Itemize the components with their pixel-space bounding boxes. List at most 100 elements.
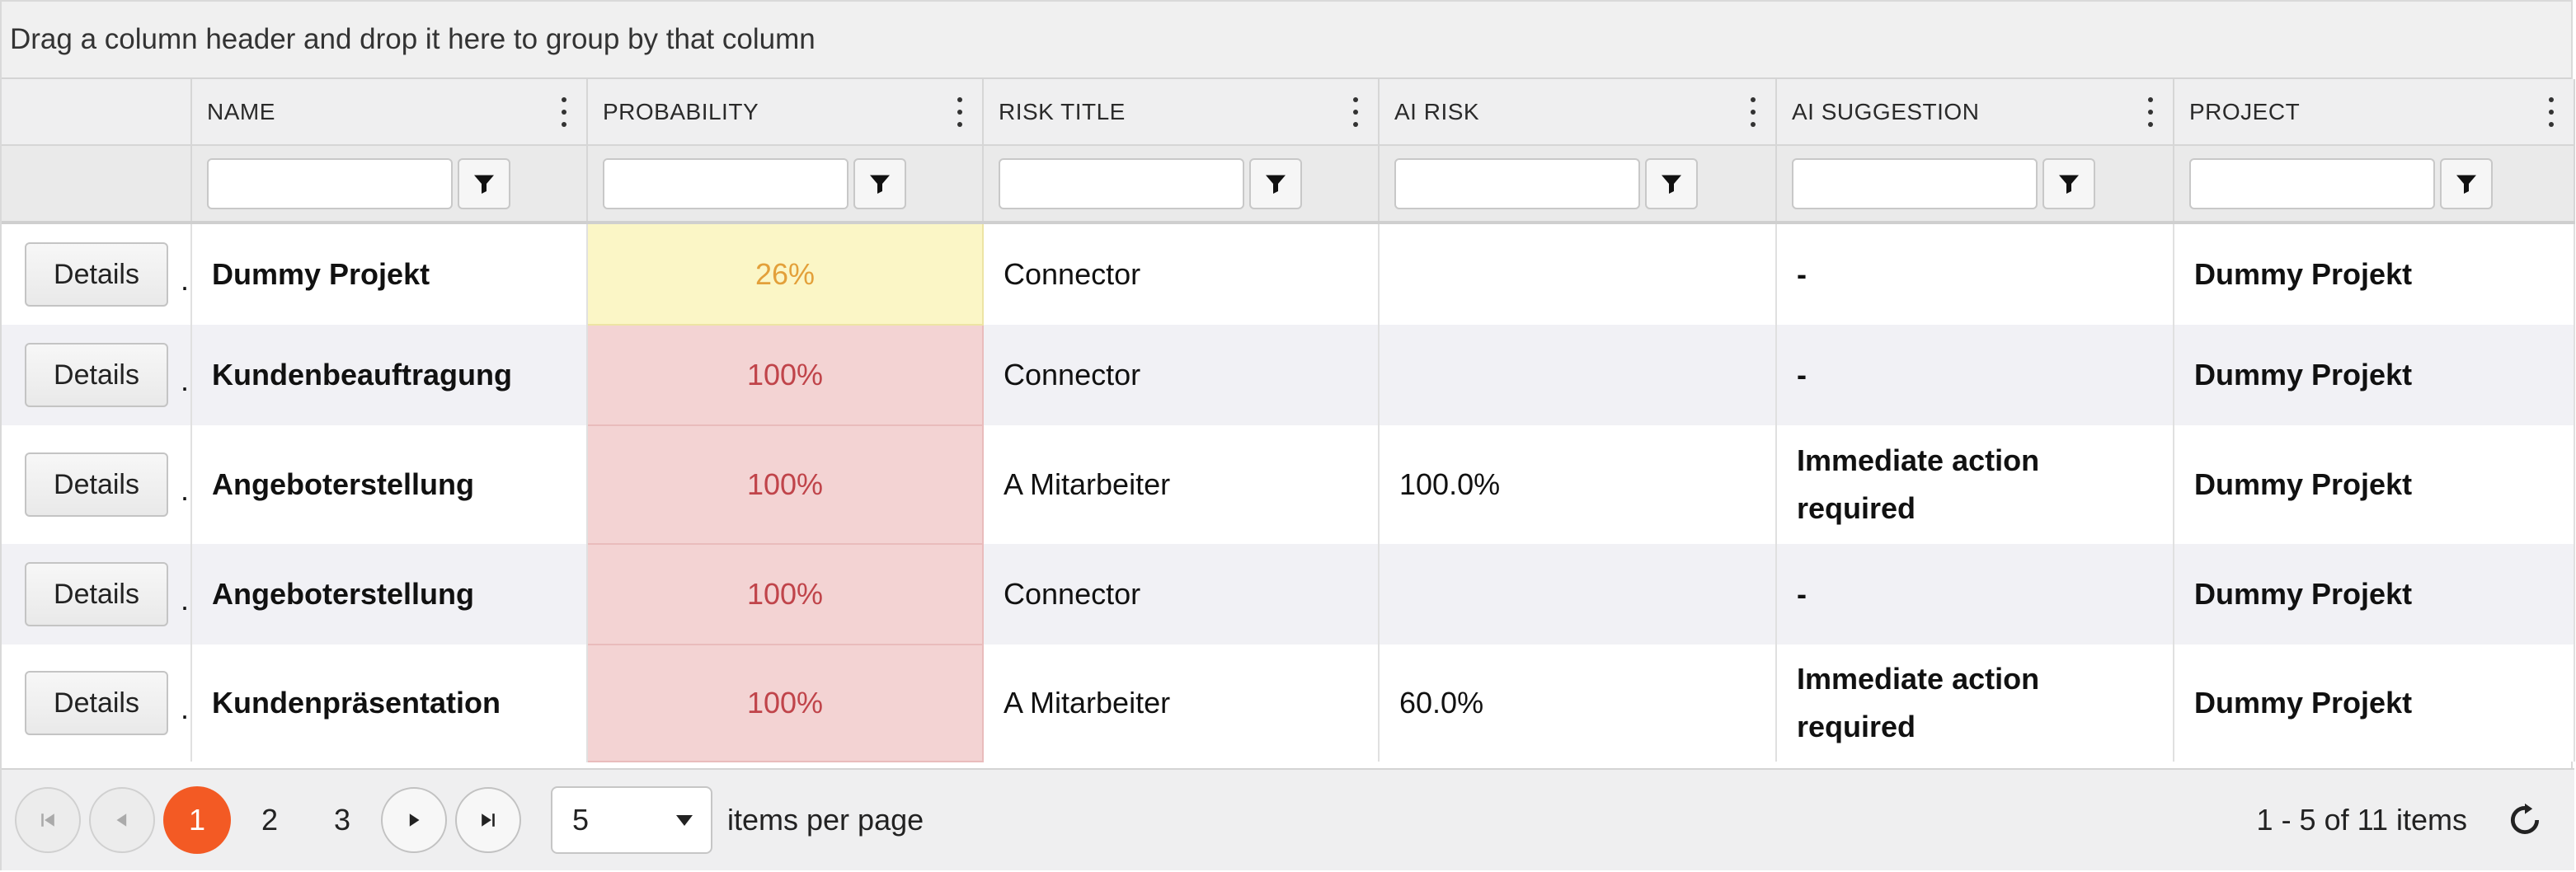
- column-header-label: PROJECT: [2189, 98, 2301, 124]
- cell-project: Dummy Projekt: [2174, 325, 2575, 425]
- cell-probability: 100%: [586, 644, 984, 762]
- cell-project: Dummy Projekt: [2174, 645, 2575, 762]
- command-cell: Details .: [2, 544, 192, 645]
- details-button[interactable]: Details: [25, 242, 168, 307]
- details-button[interactable]: Details: [25, 671, 168, 735]
- details-button[interactable]: Details: [25, 343, 168, 407]
- cell-name: Angeboterstellung: [191, 544, 588, 645]
- column-header-ai-suggestion[interactable]: AI SUGGESTION: [1776, 79, 2174, 146]
- page-button-2[interactable]: 2: [236, 786, 303, 854]
- filter-cell-risk-title: [983, 145, 1380, 224]
- cell-risk-title: Connector: [983, 223, 1380, 325]
- header-row: NAME PROBABILITY RISK TITLE AI RISK AI S…: [2, 79, 2575, 146]
- column-header-project[interactable]: PROJECT: [2174, 79, 2575, 146]
- last-page-icon[interactable]: [455, 787, 521, 853]
- cell-separator: .: [180, 363, 189, 398]
- page-button-1[interactable]: 1: [163, 786, 231, 854]
- command-cell: Details .: [2, 425, 192, 544]
- command-cell: Details .: [2, 645, 192, 762]
- cell-ai-risk: [1379, 223, 1777, 325]
- filter-icon[interactable]: [2440, 157, 2493, 209]
- filter-cell-name: [191, 145, 588, 224]
- risk-title-filter-input[interactable]: [999, 157, 1244, 209]
- column-header-risk-title[interactable]: RISK TITLE: [983, 79, 1380, 146]
- table-row[interactable]: Details . Dummy Projekt 26% Connector - …: [2, 222, 2575, 326]
- table-row[interactable]: Details . Angeboterstellung 100% A Mitar…: [2, 424, 2575, 545]
- filter-icon[interactable]: [1645, 157, 1698, 209]
- cell-name: Dummy Projekt: [191, 223, 588, 325]
- details-button[interactable]: Details: [25, 452, 168, 517]
- cell-probability: 100%: [586, 543, 984, 645]
- column-header-label: PROBABILITY: [603, 98, 759, 124]
- cell-ai-suggestion: -: [1776, 544, 2174, 645]
- filter-cell-ai-risk: [1379, 145, 1777, 224]
- probability-filter-input[interactable]: [604, 159, 847, 208]
- column-header-probability[interactable]: PROBABILITY: [587, 79, 984, 146]
- project-filter-input[interactable]: [2189, 157, 2435, 209]
- page-button-3[interactable]: 3: [308, 786, 376, 854]
- filter-cell-ai-suggestion: [1776, 145, 2174, 224]
- ai-risk-filter-input[interactable]: [1394, 157, 1640, 209]
- filter-row: [2, 145, 2575, 224]
- column-menu-icon[interactable]: [560, 96, 568, 127]
- name-filter-input[interactable]: [207, 157, 453, 209]
- column-header-ai-risk[interactable]: AI RISK: [1379, 79, 1777, 146]
- cell-name: Kundenpräsentation: [191, 645, 588, 762]
- group-drop-hint: Drag a column header and drop it here to…: [10, 23, 816, 55]
- ai-suggestion-filter-input[interactable]: [1792, 157, 2038, 209]
- cell-separator: .: [180, 473, 189, 508]
- filter-cell-empty: [2, 145, 192, 224]
- column-header-label: NAME: [207, 98, 275, 124]
- next-page-icon[interactable]: [381, 787, 447, 853]
- cell-project: Dummy Projekt: [2174, 425, 2575, 544]
- cell-risk-title: Connector: [983, 544, 1380, 645]
- group-drop-area[interactable]: Drag a column header and drop it here to…: [2, 2, 2571, 79]
- column-menu-icon[interactable]: [1749, 96, 1757, 127]
- column-menu-icon[interactable]: [956, 96, 964, 127]
- command-cell: Details .: [2, 223, 192, 325]
- filter-icon[interactable]: [458, 157, 510, 209]
- page-size-value: 5: [572, 803, 590, 837]
- column-menu-icon[interactable]: [1351, 96, 1360, 127]
- cell-risk-title: A Mitarbeiter: [983, 645, 1380, 762]
- items-per-page-label: items per page: [727, 803, 924, 837]
- column-header-label: RISK TITLE: [999, 98, 1126, 124]
- filter-icon[interactable]: [2042, 157, 2095, 209]
- cell-ai-suggestion: -: [1776, 325, 2174, 425]
- column-menu-icon[interactable]: [2146, 96, 2155, 127]
- cell-probability: 26%: [586, 222, 984, 326]
- data-grid: Drag a column header and drop it here to…: [0, 0, 2575, 870]
- page-size-select[interactable]: 5: [551, 786, 712, 854]
- command-column-header: [2, 79, 192, 146]
- cell-separator: .: [180, 692, 189, 726]
- column-header-label: AI RISK: [1394, 98, 1480, 124]
- cell-ai-risk: 100.0%: [1379, 425, 1777, 544]
- column-menu-icon[interactable]: [2547, 96, 2555, 127]
- cell-separator: .: [180, 583, 189, 617]
- filter-icon[interactable]: [853, 157, 906, 209]
- filter-cell-probability: [587, 145, 984, 224]
- cell-ai-suggestion: Immediate action required: [1776, 425, 2174, 544]
- grid-table: NAME PROBABILITY RISK TITLE AI RISK AI S…: [2, 79, 2575, 762]
- cell-name: Angeboterstellung: [191, 425, 588, 544]
- table-row[interactable]: Details . Kundenpräsentation 100% A Mita…: [2, 644, 2575, 762]
- previous-page-icon[interactable]: [89, 787, 155, 853]
- details-button[interactable]: Details: [25, 562, 168, 626]
- probability-filter-numeric[interactable]: [603, 157, 848, 209]
- refresh-icon[interactable]: [2500, 795, 2550, 845]
- table-row[interactable]: Details . Kundenbeauftragung 100% Connec…: [2, 324, 2575, 426]
- cell-ai-risk: [1379, 544, 1777, 645]
- cell-risk-title: A Mitarbeiter: [983, 425, 1380, 544]
- pager-info: 1 - 5 of 11 items: [2256, 803, 2467, 837]
- command-cell: Details .: [2, 325, 192, 425]
- column-header-name[interactable]: NAME: [191, 79, 588, 146]
- cell-risk-title: Connector: [983, 325, 1380, 425]
- cell-ai-suggestion: Immediate action required: [1776, 645, 2174, 762]
- table-row[interactable]: Details . Angeboterstellung 100% Connect…: [2, 543, 2575, 645]
- pager: 1 2 3 5 items per page 1 - 5 of 11 items: [2, 768, 2574, 870]
- filter-icon[interactable]: [1249, 157, 1302, 209]
- cell-name: Kundenbeauftragung: [191, 325, 588, 425]
- column-header-label: AI SUGGESTION: [1792, 98, 1980, 124]
- cell-project: Dummy Projekt: [2174, 544, 2575, 645]
- first-page-icon[interactable]: [15, 787, 81, 853]
